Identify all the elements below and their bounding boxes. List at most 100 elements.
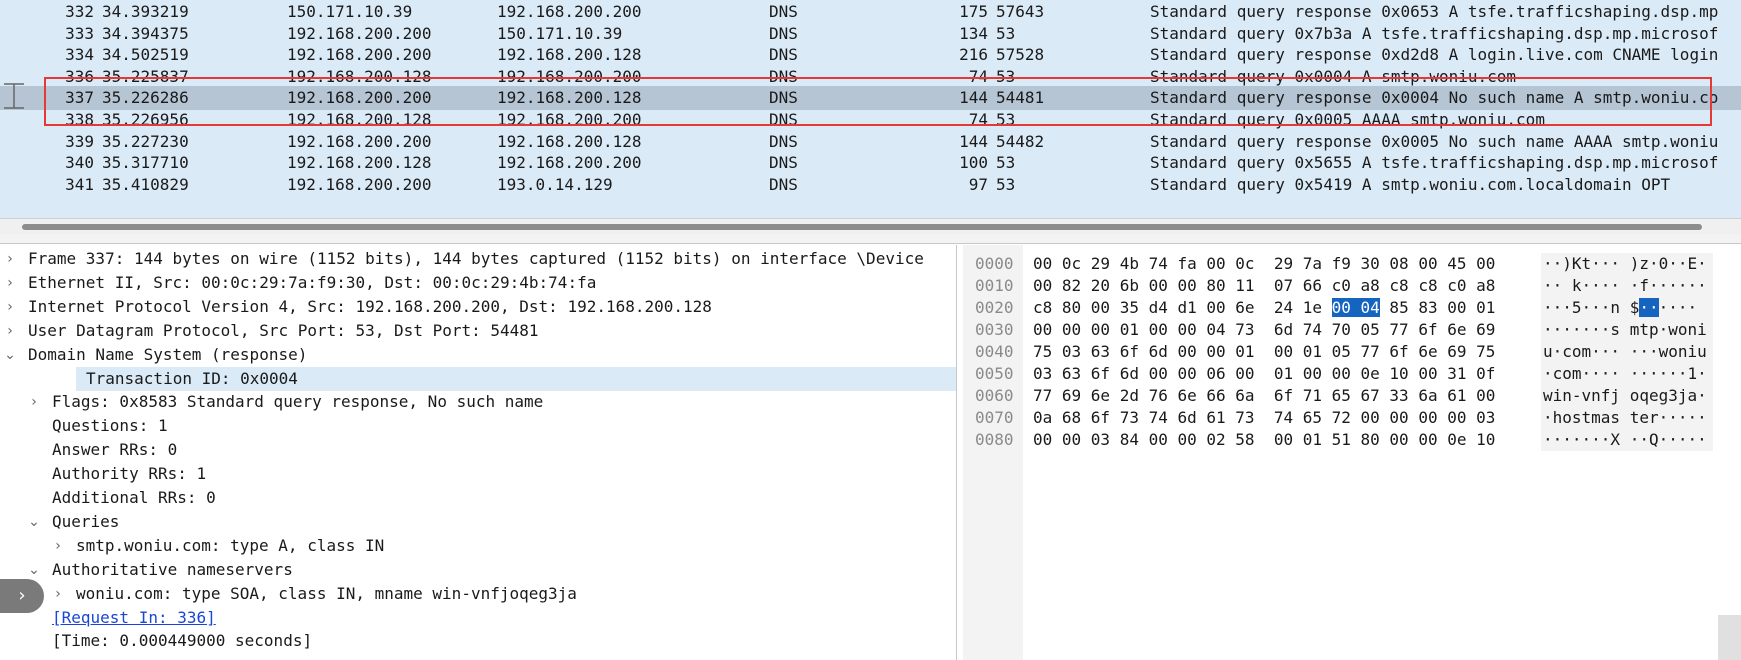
packet-number: 336: [65, 66, 94, 86]
packet-row[interactable]: 334 34.502519 192.168.200.200 192.168.200.1…: [0, 43, 1741, 67]
expand-arrow-icon[interactable]: ›: [26, 390, 42, 414]
hex-row[interactable]: 0000 00 0c 29 4b 74 fa 00 0c 29 7a f9 30 …: [963, 253, 1741, 275]
horizontal-scrollbar[interactable]: [0, 218, 1741, 234]
packet-protocol: DNS: [769, 66, 798, 86]
detail-tree-label: Ethernet II, Src: 00:0c:29:7a:f9:30, Dst…: [28, 272, 597, 292]
request-in-link[interactable]: [Request In: 336]: [52, 606, 216, 630]
pane-splitter[interactable]: [0, 234, 1741, 244]
packet-details-tree[interactable]: › Frame 337: 144 bytes on wire (1152 bits…: [0, 245, 957, 660]
packet-time: 34.502519: [102, 45, 189, 65]
detail-tree-item[interactable]: › smtp.woniu.com: type A, class IN: [0, 534, 956, 558]
hex-row[interactable]: 0020 c8 80 00 35 d4 d1 00 6e 24 1e 00 04 …: [963, 297, 1741, 319]
expand-arrow-icon[interactable]: ›: [2, 295, 18, 319]
packet-time: 34.393219: [102, 2, 189, 21]
hex-bytes[interactable]: 00 0c 29 4b 74 fa 00 0c 29 7a f9 30 08 0…: [1033, 253, 1495, 275]
detail-tree-item[interactable]: ⌄ Authoritative nameservers: [0, 558, 956, 582]
detail-tree-item[interactable]: Transaction ID: 0x0004: [76, 366, 956, 391]
packet-row[interactable]: 338 35.226956 192.168.200.128 192.168.200.2…: [0, 108, 1741, 132]
expand-arrow-icon[interactable]: ›: [50, 534, 66, 558]
packet-row[interactable]: 336 35.225837 192.168.200.128 192.168.200.2…: [0, 65, 1741, 89]
packet-port: 53: [996, 153, 1016, 173]
hex-row[interactable]: 0060 77 69 6e 2d 76 6e 66 6a 6f 71 65 67 …: [963, 385, 1741, 407]
expand-arrow-icon[interactable]: ›: [50, 582, 66, 606]
hex-row[interactable]: 0030 00 00 00 01 00 00 04 73 6d 74 70 05 …: [963, 319, 1741, 341]
detail-tree-item[interactable]: ⌄ Queries: [0, 510, 956, 534]
ascii-bytes[interactable]: ···5···n $······: [1543, 297, 1697, 319]
packet-time: 35.227230: [102, 131, 189, 151]
detail-tree-item[interactable]: ⌄ Domain Name System (response): [0, 343, 956, 367]
hex-row[interactable]: 0050 03 63 6f 6d 00 00 06 00 01 00 00 0e …: [963, 363, 1741, 385]
hex-row[interactable]: 0080 00 00 03 84 00 00 02 58 00 01 51 80 …: [963, 429, 1741, 451]
collapse-arrow-icon[interactable]: ⌄: [2, 343, 18, 367]
packet-row[interactable]: 341 35.410829 192.168.200.200 193.0.14.129 D…: [0, 173, 1741, 197]
expand-arrow-icon[interactable]: ›: [2, 319, 18, 343]
hex-offset: 0030: [975, 320, 1014, 339]
detail-tree-item[interactable]: Answer RRs: 0: [0, 438, 956, 462]
packet-port: 53: [996, 66, 1016, 86]
packet-row[interactable]: 340 35.317710 192.168.200.128 192.168.200.2…: [0, 151, 1741, 175]
ascii-bytes[interactable]: ·· k···· ·f······: [1543, 275, 1707, 297]
selected-ascii-bytes: ··: [1639, 298, 1659, 317]
detail-tree-item[interactable]: Authority RRs: 1: [0, 462, 956, 486]
packet-source: 192.168.200.128: [287, 110, 432, 129]
hex-bytes[interactable]: 03 63 6f 6d 00 00 06 00 01 00 00 0e 10 0…: [1033, 363, 1495, 385]
packet-row[interactable]: 339 35.227230 192.168.200.200 192.168.200.1…: [0, 130, 1741, 154]
packet-length: 144: [959, 131, 988, 151]
hex-bytes[interactable]: c8 80 00 35 d4 d1 00 6e 24 1e 00 04 85 8…: [1033, 297, 1495, 319]
hex-bytes[interactable]: 77 69 6e 2d 76 6e 66 6a 6f 71 65 67 33 6…: [1033, 385, 1495, 407]
collapse-arrow-icon[interactable]: ⌄: [26, 510, 42, 534]
resize-corner[interactable]: [1718, 615, 1741, 660]
detail-tree-label: Frame 337: 144 bytes on wire (1152 bits)…: [28, 249, 924, 268]
ascii-bytes[interactable]: u·com··· ···woniu: [1543, 341, 1707, 363]
expand-arrow-icon[interactable]: ›: [2, 271, 18, 295]
detail-tree-item[interactable]: Additional RRs: 0: [0, 486, 956, 510]
packet-list[interactable]: 332 34.393219 150.171.10.39 192.168.200.200…: [0, 0, 1741, 218]
packet-row[interactable]: 332 34.393219 150.171.10.39 192.168.200.200…: [0, 0, 1741, 24]
packet-port: 57528: [996, 45, 1045, 65]
detail-tree-item[interactable]: › Ethernet II, Src: 00:0c:29:7a:f9:30, Ds…: [0, 271, 956, 295]
packet-protocol: DNS: [769, 23, 798, 43]
hex-row[interactable]: 0010 00 82 20 6b 00 00 80 11 07 66 c0 a8 …: [963, 275, 1741, 297]
packet-source: 192.168.200.200: [287, 45, 432, 65]
ascii-bytes[interactable]: ·······s mtp·woni: [1543, 319, 1707, 341]
scrollbar-thumb[interactable]: [22, 224, 1702, 230]
detail-tree-item[interactable]: [Time: 0.000449000 seconds]: [0, 629, 956, 653]
ascii-bytes[interactable]: ··)Kt··· )z·0··E·: [1543, 253, 1707, 275]
hex-row[interactable]: 0040 75 03 63 6f 6d 00 00 01 00 01 05 77 …: [963, 341, 1741, 363]
detail-tree-item[interactable]: › Flags: 0x8583 Standard query response, …: [0, 390, 956, 414]
hex-bytes[interactable]: 00 82 20 6b 00 00 80 11 07 66 c0 a8 c8 c…: [1033, 275, 1495, 297]
expand-arrow-icon[interactable]: ›: [2, 247, 18, 271]
side-expand-button[interactable]: ›: [0, 579, 44, 613]
detail-tree-label: Flags: 0x8583 Standard query response, N…: [52, 392, 544, 412]
hex-bytes[interactable]: 0a 68 6f 73 74 6d 61 73 74 65 72 00 00 0…: [1033, 407, 1495, 429]
hex-bytes[interactable]: 00 00 03 84 00 00 02 58 00 01 51 80 00 0…: [1033, 429, 1495, 451]
ascii-bytes[interactable]: ·······X ··Q·····: [1543, 429, 1707, 451]
packet-destination: 192.168.200.200: [497, 66, 642, 86]
hex-bytes[interactable]: 75 03 63 6f 6d 00 00 01 00 01 05 77 6f 6…: [1033, 341, 1495, 363]
detail-tree-item[interactable]: › woniu.com: type SOA, class IN, mname wi…: [0, 582, 956, 606]
hex-bytes[interactable]: 00 00 00 01 00 00 04 73 6d 74 70 05 77 6…: [1033, 319, 1495, 341]
packet-destination: 192.168.200.200: [497, 2, 642, 21]
detail-tree-item[interactable]: › Internet Protocol Version 4, Src: 192.1…: [0, 295, 956, 319]
hex-row[interactable]: 0070 0a 68 6f 73 74 6d 61 73 74 65 72 00 …: [963, 407, 1741, 429]
packet-info: Standard query 0x0004 A smtp.woniu.com: [1150, 66, 1517, 86]
ascii-bytes[interactable]: win-vnfj oqeg3ja·: [1543, 385, 1707, 407]
selected-hex-bytes: 00 04: [1331, 298, 1380, 317]
detail-tree-item[interactable]: Questions: 1: [0, 414, 956, 438]
packet-length: 216: [959, 45, 988, 65]
ascii-bytes[interactable]: ·com···· ······1·: [1543, 363, 1707, 385]
ascii-bytes-part: ····: [1658, 298, 1698, 317]
detail-tree-label: Authority RRs: 1: [52, 464, 207, 484]
packet-protocol: DNS: [769, 110, 798, 129]
ascii-bytes[interactable]: ·hostmas ter·····: [1543, 407, 1707, 429]
packet-row[interactable]: 337 35.226286 192.168.200.200 192.168.200.1…: [0, 86, 1741, 111]
detail-tree-item[interactable]: [Request In: 336]: [0, 606, 956, 630]
packet-bytes-pane[interactable]: 0000 00 0c 29 4b 74 fa 00 0c 29 7a f9 30 …: [963, 245, 1741, 660]
detail-tree-item[interactable]: › User Datagram Protocol, Src Port: 53, D…: [0, 319, 956, 343]
packet-info: Standard query response 0x0005 No such n…: [1150, 131, 1719, 151]
packet-destination: 193.0.14.129: [497, 174, 613, 194]
packet-row[interactable]: 333 34.394375 192.168.200.200 150.171.10.39…: [0, 22, 1741, 46]
packet-number: 339: [65, 131, 94, 151]
packet-source: 192.168.200.200: [287, 174, 432, 194]
detail-tree-item[interactable]: › Frame 337: 144 bytes on wire (1152 bits…: [0, 247, 956, 271]
